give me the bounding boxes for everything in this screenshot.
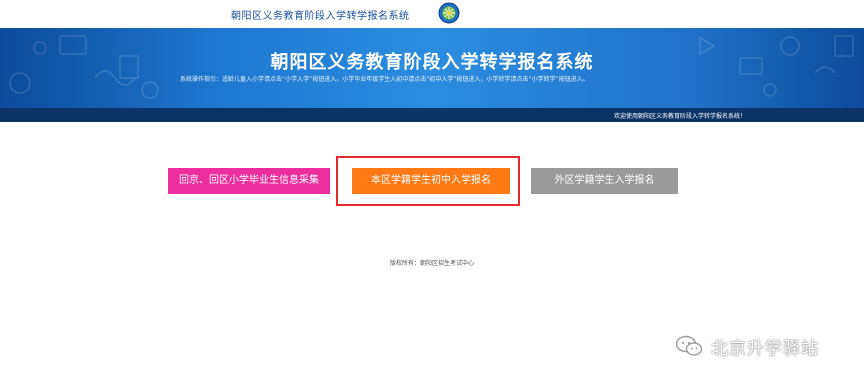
- welcome-strip: 欢迎使用朝阳区义务教育阶段入学转学报名系统！: [0, 108, 864, 122]
- operation-guide: 系统操作指引：适龄儿童入小学请点击“小学入学”按钮进入，小学毕业年级学生入初中请…: [180, 76, 589, 83]
- wechat-icon: [675, 335, 703, 356]
- top-bar: 朝阳区义务教育阶段入学转学报名系统: [0, 0, 864, 28]
- outside-district-enrollment-button[interactable]: 外区学籍学生入学报名: [531, 168, 678, 194]
- copyright-text: 版权所有：朝阳区招生考试中心: [389, 260, 474, 267]
- watermark: 北京升学驿站: [675, 334, 819, 359]
- highlight-box: [336, 156, 520, 206]
- banner-title: 朝阳区义务教育阶段入学转学报名系统: [270, 52, 594, 73]
- watermark-text: 北京升学驿站: [711, 338, 819, 359]
- welcome-text: 欢迎使用朝阳区义务教育阶段入学转学报名系统！: [613, 113, 746, 120]
- return-graduate-info-button[interactable]: 回京、回区小学毕业生信息采集: [168, 168, 330, 194]
- header-banner: 朝阳区义务教育阶段入学转学报名系统 系统操作指引：适龄儿童入小学请点击“小学入学…: [0, 28, 864, 108]
- site-title-small: 朝阳区义务教育阶段入学转学报名系统: [231, 11, 410, 22]
- government-emblem-icon: [438, 2, 460, 24]
